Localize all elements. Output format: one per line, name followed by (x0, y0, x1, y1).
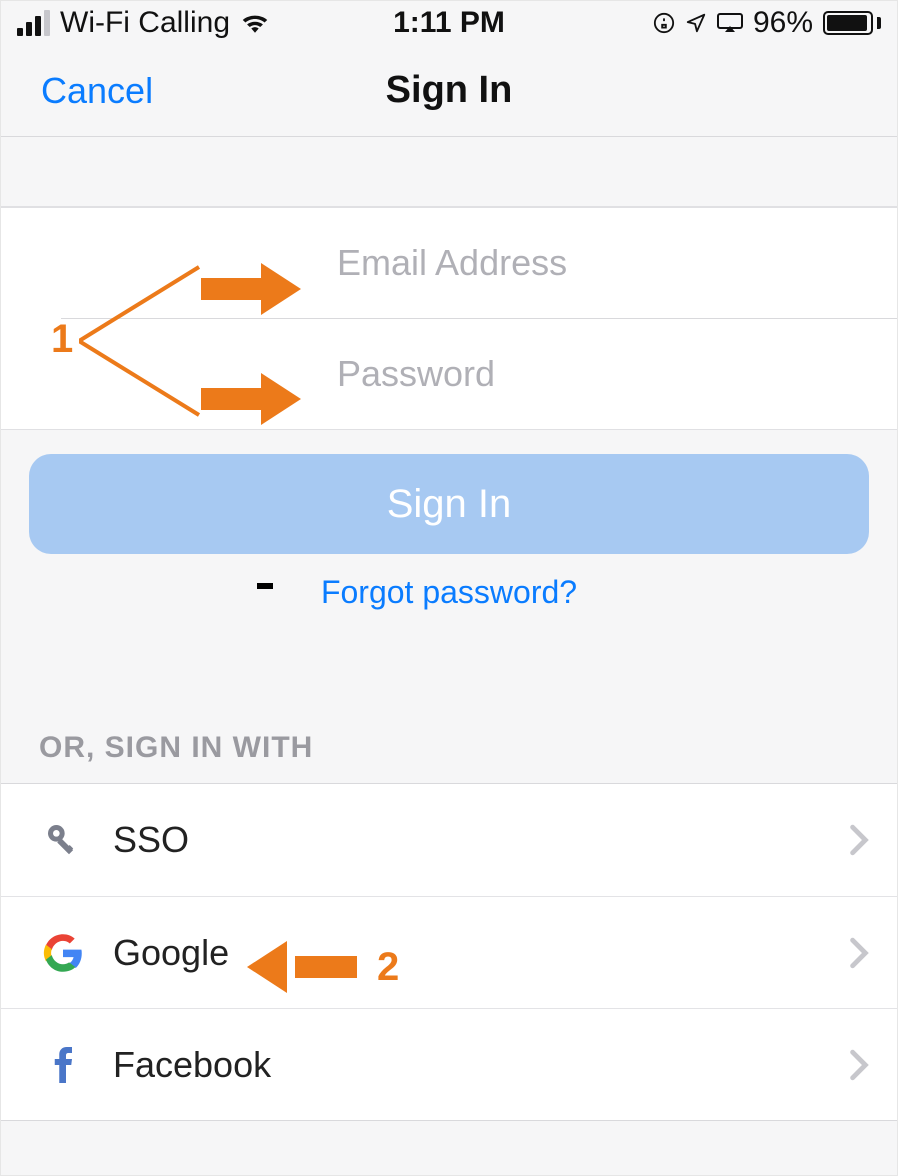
battery-icon (823, 11, 881, 35)
or-signin-with-header: OR, SIGN IN WITH (1, 651, 897, 783)
signin-button-wrap: Sign In (1, 430, 897, 560)
signin-button[interactable]: Sign In (29, 454, 869, 554)
chevron-right-icon (849, 824, 869, 856)
page-title: Sign In (1, 69, 897, 112)
annotation-arrow-google (247, 941, 357, 991)
annotation-number-2: 2 (377, 945, 399, 990)
signin-screen: Wi-Fi Calling 1:11 PM 96% Cancel Sign In (0, 0, 898, 1176)
status-bar: Wi-Fi Calling 1:11 PM 96% (1, 1, 897, 45)
forgot-password-link[interactable]: Forgot password? (1, 560, 897, 651)
annotation-number-1: 1 (51, 317, 73, 362)
chevron-right-icon (849, 937, 869, 969)
nav-bar: Cancel Sign In (1, 45, 897, 137)
provider-facebook[interactable]: Facebook (1, 1008, 897, 1120)
chevron-right-icon (849, 1049, 869, 1081)
status-time: 1:11 PM (1, 6, 897, 40)
annotation-arrow-password (201, 373, 311, 423)
provider-google[interactable]: Google (1, 896, 897, 1008)
provider-list: SSO Google Facebook (1, 783, 897, 1121)
provider-label: Facebook (87, 1044, 271, 1086)
provider-label: Google (87, 932, 229, 974)
annotation-connector (79, 257, 209, 427)
provider-sso[interactable]: SSO (1, 784, 897, 896)
google-icon (39, 929, 87, 977)
header-gap (1, 137, 897, 207)
facebook-icon (39, 1041, 87, 1089)
provider-label: SSO (87, 819, 189, 861)
small-mark (257, 583, 273, 589)
annotation-arrow-email (201, 263, 311, 313)
key-icon (39, 816, 87, 864)
